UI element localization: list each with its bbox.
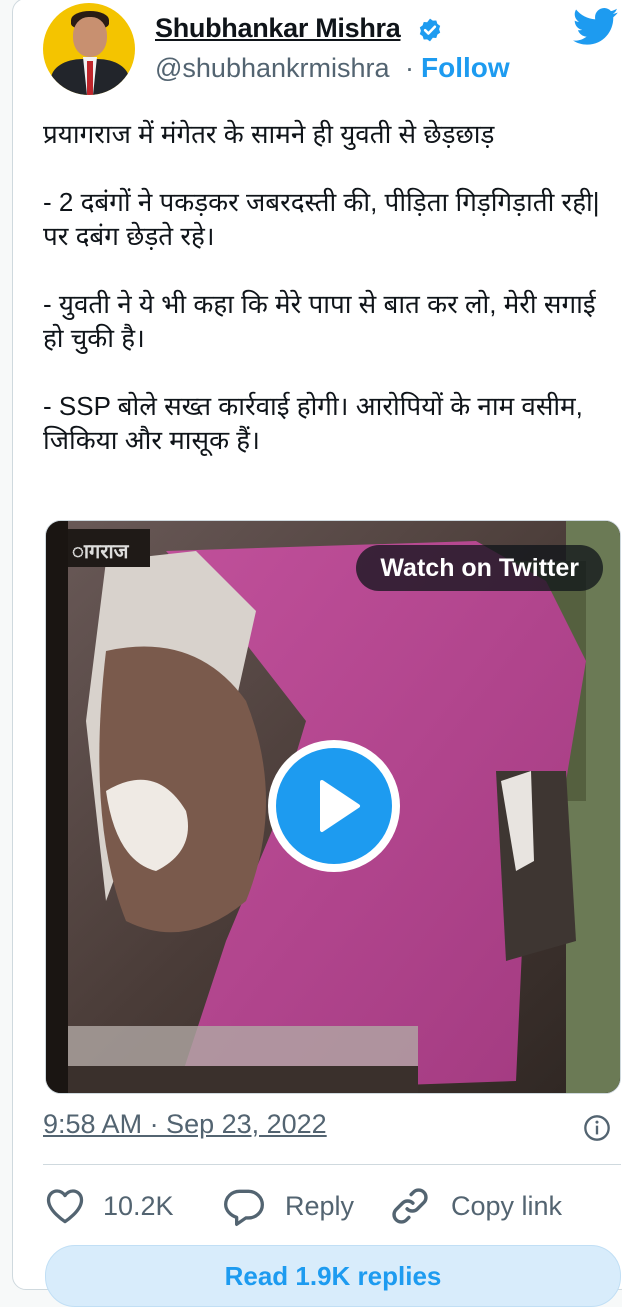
tweet-text: प्रयागराज में मंगेतर के सामने ही युवती स… — [43, 119, 600, 455]
copy-link-label: Copy link — [451, 1190, 563, 1221]
video-watermark: ागराज — [72, 539, 129, 563]
tweet-timestamp[interactable]: 9:58 AM · Sep 23, 2022 — [43, 1109, 327, 1140]
reply-icon — [224, 1189, 264, 1226]
copy-link-button[interactable]: Copy link — [387, 1181, 562, 1231]
play-icon — [320, 780, 360, 832]
verified-badge-icon — [419, 18, 441, 42]
reply-button[interactable]: Reply — [221, 1181, 354, 1231]
like-button[interactable]: 10.2K — [43, 1181, 174, 1231]
handle-separator: · — [405, 53, 414, 83]
watch-on-twitter-button[interactable]: Watch on Twitter — [356, 545, 603, 591]
divider — [43, 1164, 621, 1165]
heart-icon — [46, 1189, 84, 1224]
tweet-header: Shubhankar Mishra @shubhankrmishra · Fol… — [43, 3, 622, 99]
author-name[interactable]: Shubhankar Mishra — [155, 13, 401, 44]
link-icon — [392, 1188, 428, 1224]
follow-button[interactable]: Follow — [421, 52, 510, 84]
read-replies-button[interactable]: Read 1.9K replies — [45, 1245, 621, 1307]
like-count: 10.2K — [103, 1190, 174, 1221]
avatar[interactable] — [43, 3, 135, 95]
tweet-card: Shubhankar Mishra @shubhankrmishra · Fol… — [12, 0, 622, 1307]
read-replies-label: Read 1.9K replies — [224, 1261, 442, 1291]
twitter-bird-icon[interactable] — [573, 7, 619, 47]
author-handle[interactable]: @shubhankrmishra — [155, 53, 390, 84]
reply-label: Reply — [285, 1190, 355, 1221]
info-icon[interactable] — [583, 1114, 611, 1142]
play-button[interactable] — [268, 740, 400, 872]
video-player[interactable]: ागराज Watch on Twitter — [45, 520, 621, 1094]
tweet-actions: 10.2K Reply Copy link — [43, 1181, 621, 1231]
